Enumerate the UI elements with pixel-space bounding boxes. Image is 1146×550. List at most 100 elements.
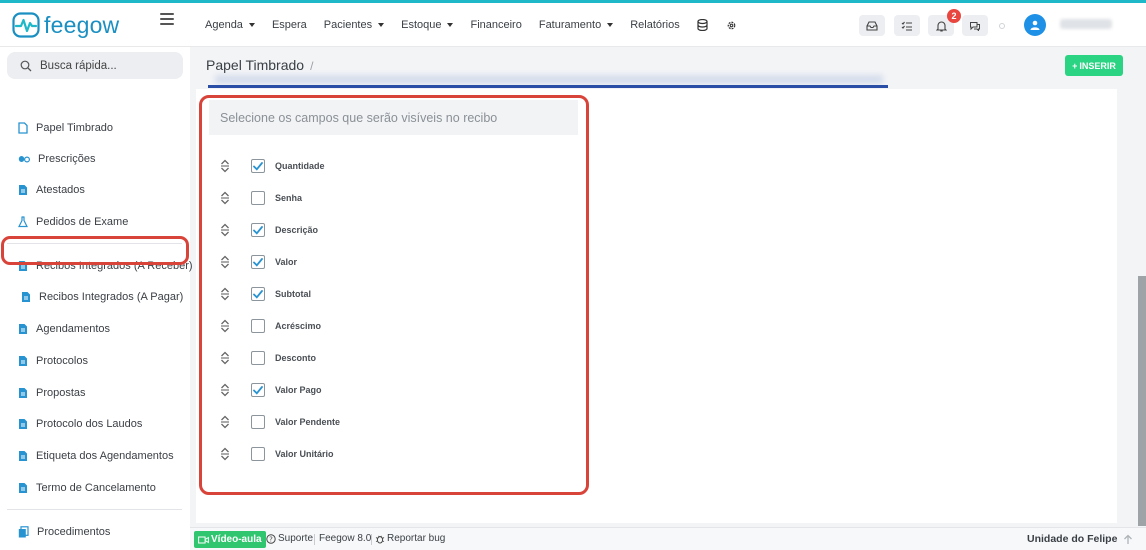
field-checkbox[interactable] — [251, 159, 265, 173]
sidebar-item-protocolos[interactable]: Protocolos — [18, 352, 88, 370]
user-avatar[interactable] — [1024, 14, 1046, 36]
breadcrumb-separator: / — [310, 59, 314, 73]
active-tab-underline — [208, 85, 888, 88]
pills-icon — [18, 156, 30, 163]
report-bug-link[interactable]: Reportar bug — [375, 533, 445, 544]
plus-icon: + — [1072, 60, 1078, 71]
fields-header: Selecione os campos que serão visíveis n… — [209, 100, 578, 135]
support-link[interactable]: ? Suporte — [266, 533, 313, 544]
inbox-button[interactable] — [859, 15, 885, 36]
document-icon — [19, 324, 27, 334]
user-icon — [1030, 20, 1040, 30]
drag-handle-icon[interactable] — [219, 287, 231, 301]
video-camera-icon — [198, 536, 209, 543]
field-row: Subtotal — [219, 285, 311, 303]
bell-icon — [935, 20, 947, 32]
drag-handle-icon[interactable] — [219, 415, 231, 429]
notification-badge: 2 — [947, 9, 961, 23]
sidebar-item-papel-timbrado[interactable]: Papel Timbrado — [18, 119, 113, 137]
sidebar-item-prescricoes[interactable]: Prescrições — [18, 150, 95, 168]
quick-search[interactable]: Busca rápida... — [7, 52, 183, 79]
document-icon — [19, 185, 27, 195]
field-checkbox[interactable] — [251, 351, 265, 365]
drag-handle-icon[interactable] — [219, 319, 231, 333]
field-label: Quantidade — [275, 161, 325, 171]
field-checkbox[interactable] — [251, 191, 265, 205]
field-label: Subtotal — [275, 289, 311, 299]
field-label: Senha — [275, 193, 303, 203]
nav-financeiro[interactable]: Financeiro — [470, 19, 521, 31]
page-title: Papel Timbrado / — [206, 57, 314, 73]
field-row: Valor Pendente — [219, 413, 340, 431]
scroll-to-top-button[interactable] — [1118, 530, 1138, 549]
field-checkbox[interactable] — [251, 319, 265, 333]
unit-label[interactable]: Unidade do Felipe — [1027, 533, 1117, 545]
field-row: Desconto — [219, 349, 316, 367]
drag-handle-icon[interactable] — [219, 191, 231, 205]
sidebar-item-atestados[interactable]: Atestados — [18, 181, 85, 199]
field-checkbox[interactable] — [251, 447, 265, 461]
sidebar-item-protocolo-laudos[interactable]: Protocolo dos Laudos — [18, 415, 142, 433]
field-checkbox[interactable] — [251, 415, 265, 429]
drag-handle-icon[interactable] — [219, 383, 231, 397]
bug-icon — [375, 535, 385, 544]
tasks-button[interactable] — [894, 15, 920, 36]
drag-handle-icon[interactable] — [219, 255, 231, 269]
nav-pacientes[interactable]: Pacientes — [324, 19, 385, 31]
sidebar-item-etiqueta-agendamentos[interactable]: Etiqueta dos Agendamentos — [18, 447, 174, 465]
page-scrollbar[interactable] — [1138, 276, 1146, 526]
gear-icon[interactable] — [726, 19, 738, 31]
chat-icon — [970, 21, 980, 31]
field-label: Valor Pendente — [275, 417, 341, 427]
sidebar-item-agendamentos[interactable]: Agendamentos — [18, 320, 110, 338]
active-item-highlight — [1, 236, 189, 265]
main-nav: Agenda Espera Pacientes Estoque Financei… — [205, 3, 755, 47]
field-row: Valor — [219, 253, 297, 271]
brand-name: feegow — [44, 11, 120, 38]
chat-button[interactable] — [962, 15, 988, 36]
copy-icon — [18, 526, 29, 538]
field-label: Descrição — [275, 225, 319, 235]
arrow-up-icon — [1124, 534, 1132, 544]
footer-separator — [314, 534, 315, 545]
sidebar-item-recibos-pagar[interactable]: Recibos Integrados (A Pagar) — [21, 288, 183, 306]
drag-handle-icon[interactable] — [219, 223, 231, 237]
menu-toggle-icon[interactable] — [160, 13, 174, 25]
field-row: Acréscimo — [219, 317, 321, 335]
nav-faturamento[interactable]: Faturamento — [539, 19, 614, 31]
document-icon — [19, 388, 27, 398]
caret-down-icon — [607, 23, 614, 27]
user-name-redacted[interactable] — [1060, 19, 1112, 29]
search-input[interactable]: Busca rápida... — [40, 60, 117, 72]
sidebar-item-pedidos-exame[interactable]: Pedidos de Exame — [18, 213, 128, 231]
nav-estoque[interactable]: Estoque — [401, 19, 454, 31]
notifications-button[interactable]: 2 — [928, 9, 961, 36]
nav-relatorios[interactable]: Relatórios — [630, 19, 680, 31]
field-checkbox[interactable] — [251, 223, 265, 237]
field-row: Descrição — [219, 221, 318, 239]
drag-handle-icon[interactable] — [219, 447, 231, 461]
nav-agenda[interactable]: Agenda — [205, 19, 255, 31]
drag-handle-icon[interactable] — [219, 351, 231, 365]
field-label: Desconto — [275, 353, 317, 363]
version-label: Feegow 8.0 — [319, 533, 372, 544]
drag-handle-icon[interactable] — [219, 159, 231, 173]
sidebar-item-propostas[interactable]: Propostas — [18, 384, 86, 402]
check-icon — [253, 289, 263, 299]
sidebar-item-termo-cancelamento[interactable]: Termo de Cancelamento — [18, 479, 156, 497]
footer: Vídeo-aula ? Suporte Feegow 8.0 Reportar… — [190, 527, 1146, 550]
nav-espera[interactable]: Espera — [272, 19, 307, 31]
caret-down-icon — [248, 23, 255, 27]
sidebar-item-procedimentos[interactable]: Procedimentos — [18, 523, 110, 541]
field-row: Valor Pago — [219, 381, 322, 399]
video-tutorial-button[interactable]: Vídeo-aula — [194, 531, 266, 548]
question-circle-icon: ? — [266, 533, 276, 544]
feegow-logo[interactable]: feegow — [12, 12, 119, 38]
field-checkbox[interactable] — [251, 383, 265, 397]
database-icon[interactable] — [697, 19, 709, 31]
field-checkbox[interactable] — [251, 255, 265, 269]
field-row: Senha — [219, 189, 302, 207]
insert-button[interactable]: + INSERIR — [1065, 55, 1123, 76]
field-checkbox[interactable] — [251, 287, 265, 301]
flask-icon — [18, 216, 28, 228]
